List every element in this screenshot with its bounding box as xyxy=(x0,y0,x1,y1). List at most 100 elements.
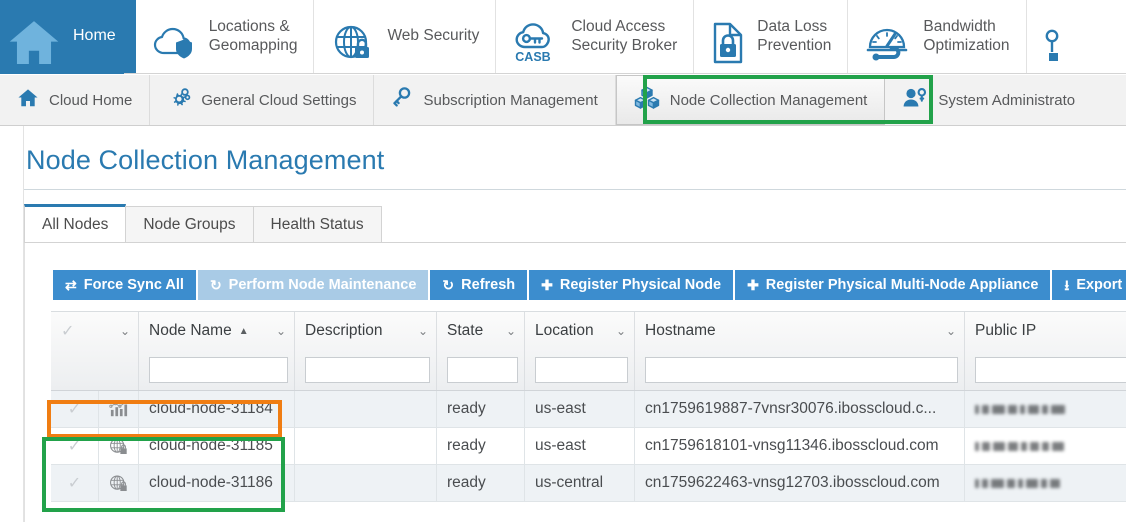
subnav-item-system-administrator[interactable]: System Administrato xyxy=(885,75,1092,125)
register-physical-node-button[interactable]: ✚ Register Physical Node xyxy=(529,270,736,300)
tab-all-nodes[interactable]: All Nodes xyxy=(24,204,127,242)
filter-input-node-name[interactable] xyxy=(149,357,288,383)
globe-lock-icon xyxy=(330,2,376,72)
cell-hostname: cn1759618101-vnsg11346.ibosscloud.com xyxy=(635,428,965,464)
refresh-icon: ↻ xyxy=(209,277,222,293)
topnav-item-label: Data Loss Prevention xyxy=(757,18,832,54)
filter-input-public-ip[interactable] xyxy=(975,357,1126,383)
topnav-item-bandwidth-optimization[interactable]: Bandwidth Optimization xyxy=(848,0,1027,73)
button-label: Export No xyxy=(1076,277,1126,293)
filter-input-state[interactable] xyxy=(447,357,518,383)
force-sync-all-button[interactable]: ⇄ Force Sync All xyxy=(53,270,198,300)
register-physical-multi-node-appliance-button[interactable]: ✚ Register Physical Multi-Node Appliance xyxy=(735,270,1053,300)
topnav-item-overflow[interactable] xyxy=(1027,0,1076,73)
tab-health-status[interactable]: Health Status xyxy=(252,206,382,242)
column-header-location[interactable]: Location ⌄ xyxy=(525,312,635,390)
cell-location: us-central xyxy=(525,465,635,501)
topnav-item-label: Web Security xyxy=(387,27,480,45)
table-row[interactable]: ✓ cloud-node-31186 ready us-central cn17… xyxy=(51,465,1126,502)
chevron-down-icon[interactable]: ⌄ xyxy=(506,324,516,338)
column-header-node-name[interactable]: Node Name ▲ ⌄ xyxy=(139,312,295,390)
plus-icon: ✚ xyxy=(541,277,553,293)
chevron-down-icon[interactable]: ⌄ xyxy=(120,324,130,338)
analytics-chart-icon xyxy=(99,391,139,427)
row-select-checkbox[interactable]: ✓ xyxy=(51,428,99,464)
column-header-select[interactable]: ✓ ⌄ xyxy=(51,312,139,390)
table-row[interactable]: ✓ cloud-node-31184 ready us-east cn17596… xyxy=(51,391,1126,428)
topnav-item-home[interactable]: Home xyxy=(0,0,136,73)
column-label: Node Name xyxy=(149,322,232,339)
grid-toolbar: ⇄ Force Sync All ↻ Perform Node Maintena… xyxy=(53,270,1126,300)
topnav-item-label: Locations & Geomapping xyxy=(208,18,298,54)
top-navigation-bar: Home Locations & Geomapping Web Security… xyxy=(0,0,1126,74)
subnav-item-cloud-home[interactable]: Cloud Home xyxy=(0,75,151,125)
cell-description xyxy=(295,391,437,427)
cell-location: us-east xyxy=(525,391,635,427)
topnav-item-locations-geomapping[interactable]: Locations & Geomapping xyxy=(136,0,315,73)
all-nodes-panel: ⇄ Force Sync All ↻ Perform Node Maintena… xyxy=(24,243,1126,522)
subnav-item-label: Node Collection Management xyxy=(669,91,868,109)
sort-ascending-icon[interactable]: ▲ xyxy=(239,326,249,337)
cell-node-name: cloud-node-31185 xyxy=(139,428,295,464)
redacted-public-ip xyxy=(975,441,1064,451)
topnav-item-web-security[interactable]: Web Security xyxy=(314,0,497,73)
subnav-item-label: System Administrato xyxy=(938,91,1076,109)
sync-arrows-icon: ⇄ xyxy=(65,277,77,293)
globe-lock-icon xyxy=(99,465,139,501)
chevron-down-icon[interactable]: ⌄ xyxy=(616,324,626,338)
cell-hostname: cn1759619887-7vnsr30076.ibosscloud.c... xyxy=(635,391,965,427)
subnav-item-label: General Cloud Settings xyxy=(201,91,357,109)
topnav-item-label: Home xyxy=(73,27,116,45)
tab-label: Node Groups xyxy=(143,215,236,233)
column-header-hostname[interactable]: Hostname ⌄ xyxy=(635,312,965,390)
globe-lock-icon xyxy=(99,428,139,464)
cell-public-ip xyxy=(965,428,1126,464)
filter-input-description[interactable] xyxy=(305,357,430,383)
sub-navigation-bar: Cloud Home General Cloud Settings Subscr… xyxy=(0,75,1126,126)
table-row[interactable]: ✓ cloud-node-31185 ready us-east cn17596… xyxy=(51,428,1126,465)
export-download-icon: ⭳ xyxy=(1064,277,1070,293)
topnav-item-cloud-access-security-broker[interactable]: CASB Cloud Access Security Broker xyxy=(496,0,695,73)
tab-node-groups[interactable]: Node Groups xyxy=(125,206,254,242)
column-header-description[interactable]: Description ⌄ xyxy=(295,312,437,390)
row-select-checkbox[interactable]: ✓ xyxy=(51,391,99,427)
export-nodes-button[interactable]: ⭳ Export No xyxy=(1052,270,1126,300)
column-header-state[interactable]: State ⌄ xyxy=(437,312,525,390)
subnav-item-node-collection-management[interactable]: Node Collection Management xyxy=(615,75,886,125)
document-lock-icon xyxy=(710,2,746,72)
chevron-down-icon[interactable]: ⌄ xyxy=(946,324,956,338)
topnav-item-data-loss-prevention[interactable]: Data Loss Prevention xyxy=(694,0,849,73)
cell-public-ip xyxy=(965,391,1126,427)
cell-description xyxy=(295,465,437,501)
key-icon xyxy=(1043,2,1065,72)
column-label: State xyxy=(447,322,484,339)
chevron-down-icon[interactable]: ⌄ xyxy=(276,324,286,338)
filter-input-hostname[interactable] xyxy=(645,357,958,383)
cell-state: ready xyxy=(437,465,525,501)
topnav-item-label: Cloud Access Security Broker xyxy=(571,18,678,54)
tab-label: All Nodes xyxy=(42,215,109,233)
cloud-shield-icon xyxy=(152,5,198,69)
column-label: Location xyxy=(535,322,594,339)
plus-icon: ✚ xyxy=(747,277,759,293)
subnav-item-general-cloud-settings[interactable]: General Cloud Settings xyxy=(150,75,375,125)
subnav-item-subscription-management[interactable]: Subscription Management xyxy=(374,75,616,125)
cell-node-name: cloud-node-31186 xyxy=(139,465,295,501)
title-divider xyxy=(24,189,1126,190)
perform-node-maintenance-button[interactable]: ↻ Perform Node Maintenance xyxy=(197,270,431,300)
subnav-item-label: Cloud Home xyxy=(49,91,133,109)
chevron-down-icon[interactable]: ⌄ xyxy=(418,324,428,338)
button-label: Register Physical Node xyxy=(559,277,722,293)
home-active-underline xyxy=(0,69,124,74)
refresh-button[interactable]: ↻ Refresh xyxy=(430,270,530,300)
nodes-table: ✓ ⌄ Node Name ▲ ⌄ Description ⌄ State ⌄ … xyxy=(51,311,1126,502)
select-all-check-icon[interactable]: ✓ xyxy=(61,321,74,341)
row-select-checkbox[interactable]: ✓ xyxy=(51,465,99,501)
cell-state: ready xyxy=(437,428,525,464)
tab-strip: All Nodes Node Groups Health Status xyxy=(24,204,382,242)
filter-input-location[interactable] xyxy=(535,357,628,383)
column-header-public-ip[interactable]: Public IP ⌄ xyxy=(965,312,1126,390)
redacted-public-ip xyxy=(975,404,1065,414)
refresh-icon: ↻ xyxy=(442,277,455,293)
cell-description xyxy=(295,428,437,464)
